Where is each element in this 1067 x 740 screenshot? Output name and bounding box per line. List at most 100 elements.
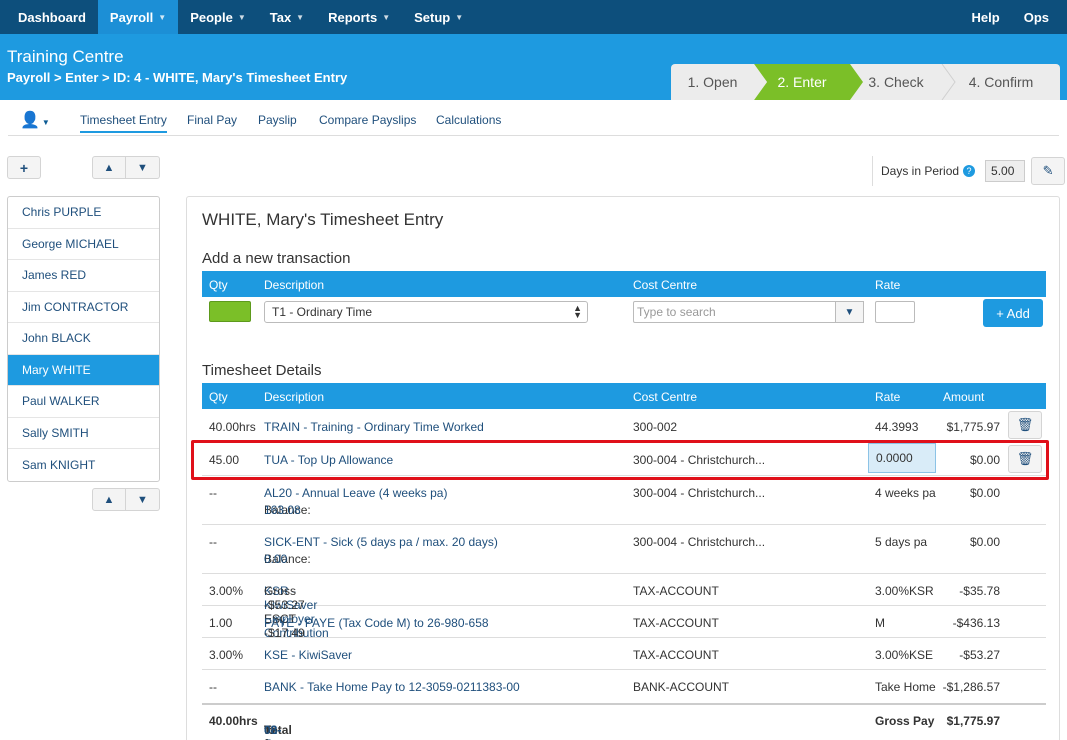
employee-item-selected[interactable]: Mary WHITE (8, 354, 159, 386)
row-description[interactable]: KSE - KiwiSaver (264, 648, 352, 662)
row-qty: -- (209, 535, 217, 549)
trash-icon: 🗑 (1016, 417, 1034, 432)
days-in-period: Days in Period ? 5.00 ✎ (872, 156, 1066, 186)
top-nav: Dashboard Payroll ▼ People ▼ Tax ▼ Reports ▼… (0, 0, 1067, 34)
tab-compare-payslips[interactable]: Compare Payslips (319, 113, 416, 127)
row-rate-input[interactable]: 0.0000 (868, 443, 936, 473)
table-row: 3.00% KSE - KiwiSaver TAX-ACCOUNT 3.00%K… (202, 638, 1046, 670)
table-row-selected: 45.00 TUA - Top Up Allowance 300-004 - C… (202, 442, 1046, 476)
timesheet-details-title: Timesheet Details (202, 362, 322, 379)
add-transaction-row: T1 - Ordinary Time ▲▼ ▼ + Add (202, 296, 1046, 332)
tab-timesheet-entry[interactable]: Timesheet Entry (80, 113, 167, 133)
user-menu[interactable]: 👤 ▼ (20, 110, 50, 130)
cost-centre-search-input[interactable] (633, 301, 836, 323)
add-employee-button[interactable]: + (7, 156, 41, 179)
nav-payroll[interactable]: Payroll ▼ (97, 0, 179, 34)
move-down-button[interactable]: ▼ (126, 156, 160, 179)
nav-tax[interactable]: Tax ▼ (258, 0, 316, 34)
nav-reports[interactable]: Reports ▼ (316, 0, 402, 34)
row-rate: 4 weeks pa (875, 486, 936, 500)
employee-item[interactable]: James RED (8, 260, 159, 292)
row-amount: $0.00 (969, 486, 1000, 500)
details-table-header: Qty Description Cost Centre Rate Amount (202, 383, 1046, 409)
header-qty: Qty (209, 390, 228, 404)
step-arrow-3 (941, 64, 956, 100)
employee-item[interactable]: Paul WALKER (8, 386, 159, 418)
nav-help[interactable]: Help (960, 0, 1012, 34)
nav-ops-label: Ops (1023, 9, 1049, 25)
step-arrow-1b (754, 64, 767, 100)
row-description[interactable]: PAYE - PAYE (Tax Code M) to 26-980-658 (264, 616, 489, 630)
edit-days-button[interactable]: ✎ (1031, 157, 1066, 185)
employee-item[interactable]: Sam KNIGHT (8, 449, 159, 481)
employee-item[interactable]: Sally SMITH (8, 418, 159, 449)
user-icon: 👤 (20, 112, 40, 129)
employee-item[interactable]: Jim CONTRACTOR (8, 292, 159, 323)
plus-icon: + (19, 159, 29, 176)
table-row: 40.00hrs TRAIN - Training - Ordinary Tim… (202, 409, 1046, 442)
balance-value[interactable]: 163.08 (264, 503, 301, 517)
bottom-nav-arrows: ▲ ▼ (92, 488, 160, 511)
row-rate: 44.3993 (875, 420, 919, 434)
cost-centre-dropdown-button[interactable]: ▼ (836, 301, 864, 323)
employee-item[interactable]: Chris PURPLE (8, 197, 159, 229)
tab-calculations[interactable]: Calculations (436, 113, 501, 127)
help-icon[interactable]: ? (963, 165, 976, 177)
add-transaction-title: Add a new transaction (202, 250, 351, 267)
top-nav-arrows: ▲ ▼ (92, 156, 160, 179)
row-cost-centre: TAX-ACCOUNT (633, 616, 719, 630)
description-select[interactable]: T1 - Ordinary Time ▲ ▼ (264, 301, 588, 323)
employee-item[interactable]: George MICHAEL (8, 229, 159, 260)
row-rate: 5 days pa (875, 535, 928, 549)
row-description[interactable]: TRAIN - Training - Ordinary Time Worked (264, 420, 484, 434)
row-qty: -- (209, 680, 217, 694)
row-qty: 3.00% (209, 648, 244, 662)
chevron-down-icon: ▼ (137, 493, 148, 506)
tab-payslip[interactable]: Payslip (258, 113, 297, 127)
move-up-button[interactable]: ▲ (92, 488, 126, 511)
page-title: WHITE, Mary's Timesheet Entry (202, 210, 444, 229)
chevron-up-icon: ▲ (103, 493, 115, 506)
period-end-link[interactable]: 08-Oct-2017 (264, 723, 291, 740)
table-row: -- AL20 - Annual Leave (4 weeks pa) Bala… (202, 476, 1046, 525)
employee-item[interactable]: John BLACK (8, 323, 159, 355)
nav-reports-label: Reports (328, 9, 378, 25)
caret-down-icon: ▼ (382, 12, 391, 22)
caret-down-icon: ▼ (455, 12, 464, 22)
move-up-button[interactable]: ▲ (92, 156, 126, 179)
header-qty: Qty (209, 278, 228, 292)
employee-list: Chris PURPLE George MICHAEL James RED Ji… (7, 196, 160, 482)
total-row: 40.00hrs Total for 02-Oct-2017 to 08-Oct… (202, 703, 1046, 740)
move-down-button[interactable]: ▼ (126, 488, 160, 511)
row-description[interactable]: TUA - Top Up Allowance (264, 453, 393, 467)
sub-nav: 👤 ▼ Timesheet Entry Final Pay Payslip Com… (8, 100, 1059, 136)
row-cost-centre: 300-002 (633, 420, 678, 434)
balance-value[interactable]: 0.00 (264, 552, 287, 566)
row-amount: -$1,286.57 (942, 680, 1000, 694)
tab-final-pay[interactable]: Final Pay (187, 113, 237, 127)
rate-input[interactable] (875, 301, 915, 323)
nav-people[interactable]: People ▼ (178, 0, 258, 34)
nav-ops[interactable]: Ops (1012, 0, 1067, 34)
org-title: Training Centre (7, 47, 124, 66)
nav-setup[interactable]: Setup ▼ (402, 0, 475, 34)
add-button[interactable]: + Add (983, 299, 1043, 327)
row-rate: Take Home (875, 680, 936, 694)
delete-row-button[interactable]: 🗑 (1008, 411, 1042, 439)
row-description[interactable]: BANK - Take Home Pay to 12-3059-0211383-… (264, 680, 520, 694)
row-description[interactable]: AL20 - Annual Leave (4 weeks pa) (264, 486, 447, 500)
table-row: -- SICK-ENT - Sick (5 days pa / max. 20 … (202, 525, 1046, 574)
delete-row-button[interactable]: 🗑 (1008, 445, 1042, 473)
row-rate: 3.00%KSE (875, 648, 934, 662)
days-label: Days in Period (881, 164, 960, 178)
qty-input[interactable] (209, 301, 251, 322)
nav-payroll-label: Payroll (109, 9, 154, 25)
nav-dashboard[interactable]: Dashboard (0, 0, 98, 34)
table-row: 1.00 PAYE - PAYE (Tax Code M) to 26-980-… (202, 606, 1046, 638)
header-description: Description (264, 390, 325, 404)
row-description[interactable]: SICK-ENT - Sick (5 days pa / max. 20 day… (264, 535, 498, 549)
row-amount: $0.00 (969, 535, 1000, 549)
row-rate: 3.00%KSR (875, 584, 934, 598)
chevron-down-icon: ▼ (844, 306, 855, 318)
row-amount: -$53.27 (959, 648, 1000, 662)
